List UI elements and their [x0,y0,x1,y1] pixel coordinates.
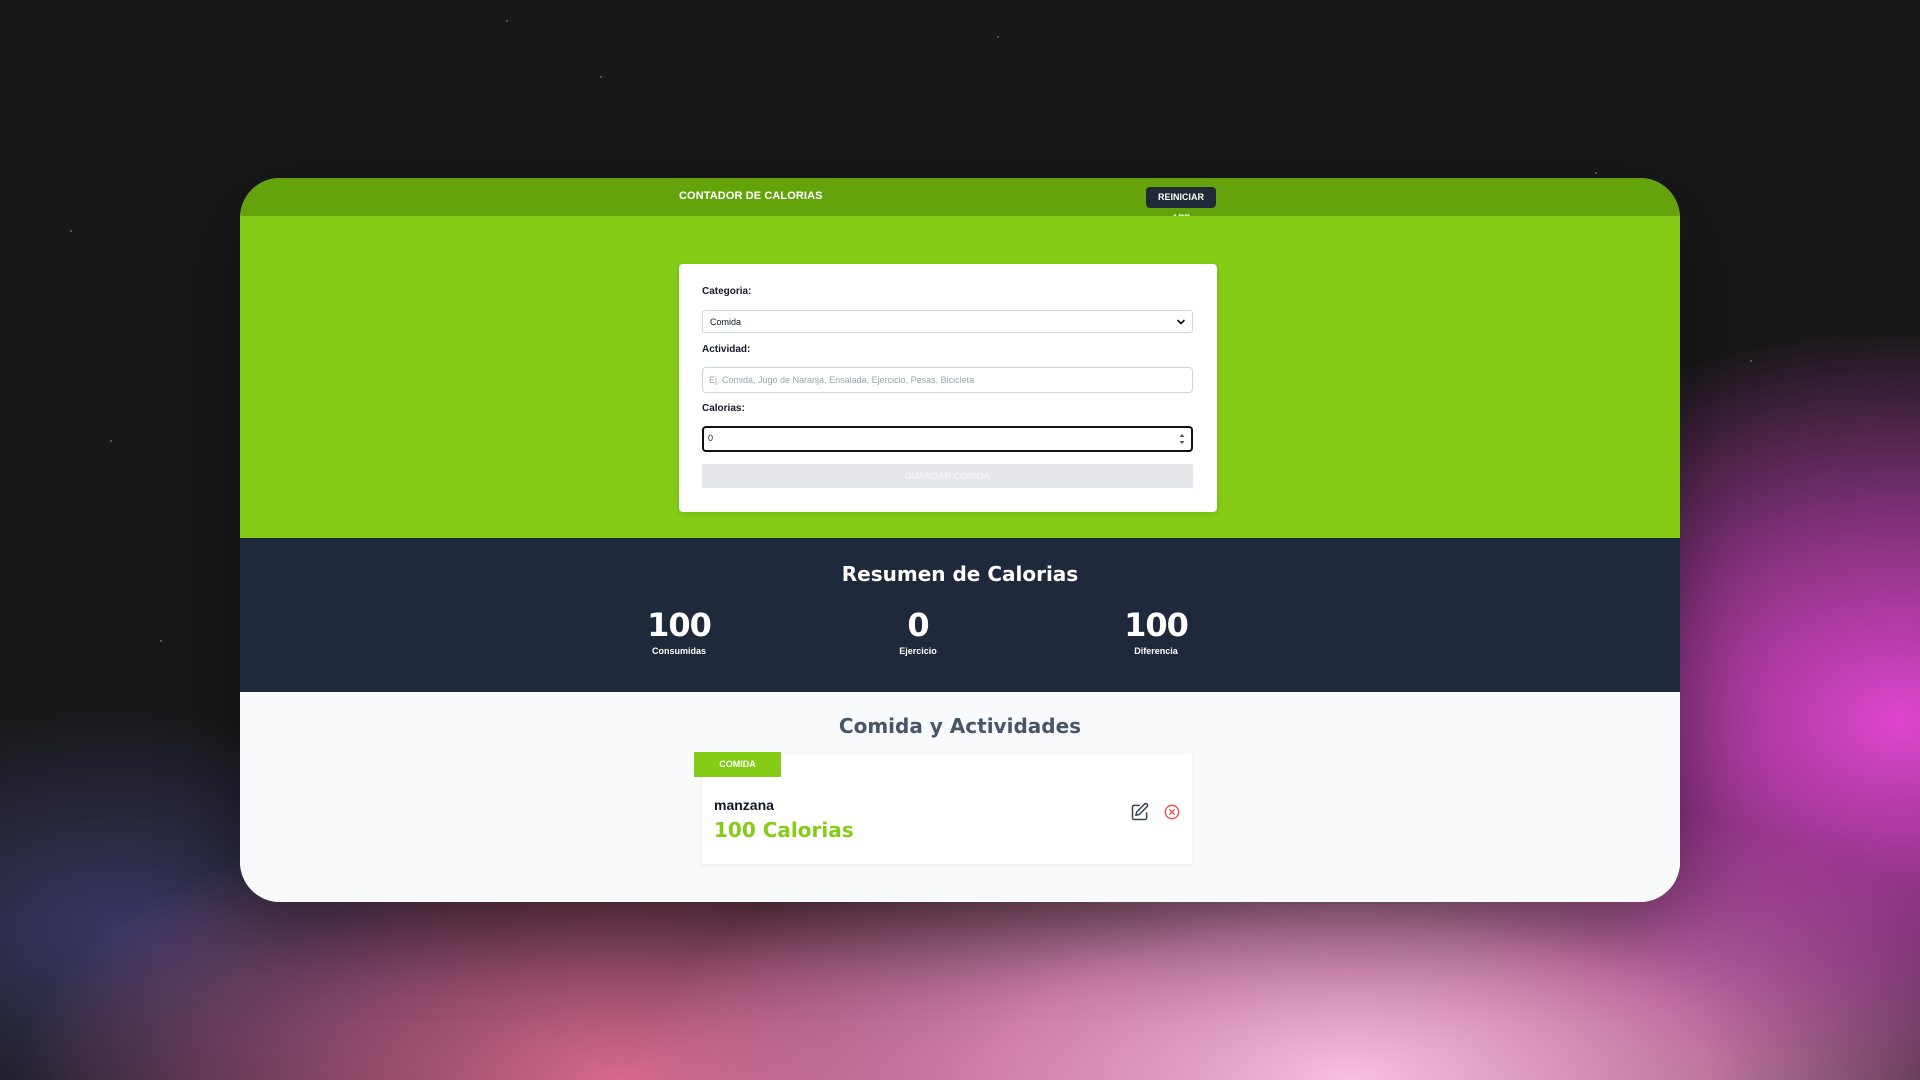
category-selected-value: Comida [710,317,742,327]
summary-title: Resumen de Calorias [841,562,1079,586]
activity-calories: 100 Calorias [714,818,854,842]
app-title: CONTADOR DE CALORIAS [679,190,823,202]
background-star [110,440,112,442]
app-header: CONTADOR DE CALORIAS REINICIAR APP [240,178,1680,223]
background-star [160,640,162,642]
activities-section: Comida y Actividades COMIDA manzana 100 … [240,692,1680,902]
reset-app-button[interactable]: REINICIAR APP [1146,187,1216,223]
background-star [70,230,72,232]
background-star [997,36,999,38]
category-label: Categoria: [702,286,752,297]
calories-value: 0 [708,433,714,443]
stat-label: Ejercicio [899,646,937,656]
background-star [506,20,508,22]
stat-difference: 100 Diferencia [1086,608,1226,656]
form-section: Categoria: Comida Actividad: Calorias: 0… [240,216,1680,538]
save-food-button[interactable]: GUARDAR COMIDA [702,464,1193,488]
stat-label: Diferencia [1134,646,1178,656]
category-select[interactable]: Comida [702,310,1193,333]
stat-exercise: 0 Ejercicio [848,608,988,656]
calories-label: Calorias: [702,403,745,414]
delete-activity-button[interactable] [1162,802,1182,822]
calories-input[interactable]: 0 [702,426,1193,452]
activity-item: COMIDA manzana 100 Calorias [694,752,1192,864]
background-star [1595,172,1597,174]
activities-title: Comida y Actividades [838,714,1082,738]
edit-icon [1131,802,1149,821]
background-star [600,76,602,78]
edit-activity-button[interactable] [1130,802,1150,822]
app-window: CONTADOR DE CALORIAS REINICIAR APP Categ… [240,178,1680,902]
stat-label: Consumidas [651,646,706,656]
background-star [1750,360,1752,362]
chevron-down-icon [1177,319,1185,325]
activity-label: Actividad: [702,344,751,355]
close-circle-icon [1164,804,1180,820]
number-spinner-icon[interactable] [1178,430,1186,448]
activity-name: manzana [714,797,774,813]
activity-form: Categoria: Comida Actividad: Calorias: 0… [679,264,1217,512]
activity-input[interactable] [702,367,1193,393]
calorie-summary: Resumen de Calorias 100 Consumidas 0 Eje… [240,538,1680,692]
stat-value: 100 [1124,606,1189,644]
category-badge: COMIDA [694,752,781,777]
stat-consumed: 100 Consumidas [609,608,749,656]
stat-value: 100 [647,606,712,644]
stat-value: 0 [907,606,929,644]
